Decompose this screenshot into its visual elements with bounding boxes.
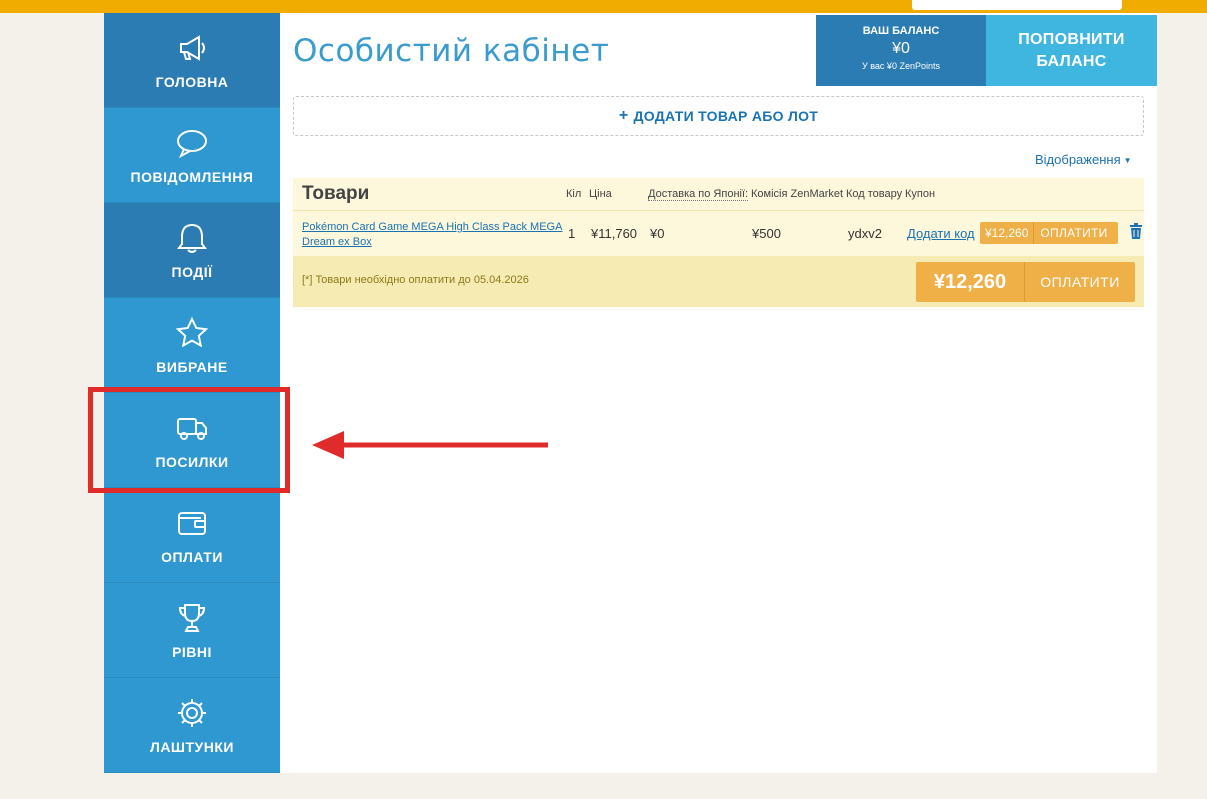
row-pay-button[interactable]: ¥12,260 ОПЛАТИТИ — [980, 222, 1118, 244]
row-shipping: ¥0 — [650, 226, 665, 241]
column-coupon: Купон — [905, 188, 936, 200]
sidebar-item-payments[interactable]: ОПЛАТИ — [104, 488, 280, 583]
plus-icon: + — [618, 107, 629, 124]
topup-label-line1: ПОПОВНИТИ — [1018, 30, 1125, 48]
page-title: Особистий кабінет — [293, 33, 610, 69]
payment-deadline-note: [*] Товари необхідно оплатити до 05.04.2… — [302, 274, 529, 286]
display-dropdown[interactable]: Відображення ▼ — [1035, 152, 1132, 167]
wallet-icon — [174, 505, 210, 541]
sidebar-item-home[interactable]: ГОЛОВНА — [104, 13, 280, 108]
trophy-icon — [174, 600, 210, 636]
pay-all-label: ОПЛАТИТИ — [1040, 274, 1120, 290]
column-qty: Кіл — [566, 188, 582, 200]
balance-title: ВАШ БАЛАНС — [862, 25, 940, 37]
row-code: ydxv2 — [848, 226, 882, 241]
sidebar-item-label: ВИБРАНЕ — [156, 359, 228, 375]
column-shipping[interactable]: Доставка по Японії: — [648, 188, 749, 201]
caret-down-icon: ▼ — [1123, 156, 1132, 166]
row-pay-label: ОПЛАТИТИ — [1040, 226, 1108, 240]
pay-all-button[interactable]: ¥12,260 ОПЛАТИТИ — [916, 262, 1135, 302]
row-price: ¥11,760 — [591, 226, 638, 241]
balance-value: ¥0 — [892, 40, 910, 57]
gear-icon — [174, 695, 210, 731]
add-item-label: ДОДАТИ ТОВАР АБО ЛОТ — [633, 108, 819, 124]
goods-title: Товари — [302, 183, 370, 204]
megaphone-icon — [174, 30, 210, 66]
bell-icon — [174, 220, 210, 256]
row-total: ¥12,260 — [980, 222, 1035, 244]
star-icon — [174, 315, 210, 351]
topup-label-line2: БАЛАНС — [1036, 52, 1107, 70]
goods-table: Товари Кіл Ціна Доставка по Японії: Комі… — [293, 178, 1144, 307]
sidebar-item-label: ГОЛОВНА — [155, 74, 229, 90]
product-link[interactable]: Pokémon Card Game MEGA High Class Pack M… — [302, 220, 564, 250]
sidebar-item-label: ПОДІЇ — [171, 264, 213, 280]
sidebar-item-label: ПОВІДОМЛЕННЯ — [130, 169, 254, 185]
top-bar — [0, 0, 1207, 13]
table-row: Pokémon Card Game MEGA High Class Pack M… — [293, 212, 1144, 254]
sidebar-item-levels[interactable]: РІВНІ — [104, 583, 280, 678]
zenpoints-text: У вас ¥0 ZenPoints — [862, 61, 940, 71]
row-qty: 1 — [568, 226, 576, 241]
sidebar-item-label: ОПЛАТИ — [161, 549, 223, 565]
goods-table-header: Товари Кіл Ціна Доставка по Японії: Комі… — [293, 178, 1144, 211]
topup-balance-button[interactable]: ПОПОВНИТИ БАЛАНС — [986, 15, 1157, 86]
add-coupon-link[interactable]: Додати код — [907, 226, 975, 241]
chat-bubble-icon — [174, 125, 210, 161]
add-item-button[interactable]: + ДОДАТИ ТОВАР АБО ЛОТ — [293, 96, 1144, 136]
column-commission: Комісія ZenMarket — [751, 188, 844, 200]
sidebar-item-label: ЛАШТУНКИ — [150, 739, 234, 755]
trash-icon[interactable] — [1129, 223, 1143, 239]
balance-box: ВАШ БАЛАНС ¥0 У вас ¥0 ZenPoints — [816, 15, 986, 86]
goods-footer: [*] Товари необхідно оплатити до 05.04.2… — [293, 256, 1144, 307]
sidebar-item-settings[interactable]: ЛАШТУНКИ — [104, 678, 280, 773]
sidebar-item-events[interactable]: ПОДІЇ — [104, 203, 280, 298]
column-code: Код товару — [846, 188, 903, 200]
display-dropdown-label: Відображення — [1035, 152, 1121, 167]
grand-total: ¥12,260 — [916, 262, 1025, 302]
column-price: Ціна — [589, 188, 612, 200]
row-commission: ¥500 — [752, 226, 781, 241]
highlight-box — [88, 387, 290, 493]
red-arrow-icon — [312, 431, 548, 459]
sidebar-item-messages[interactable]: ПОВІДОМЛЕННЯ — [104, 108, 280, 203]
sidebar-item-label: РІВНІ — [172, 644, 212, 660]
sidebar-item-favorites[interactable]: ВИБРАНЕ — [104, 298, 280, 393]
top-search-input[interactable] — [912, 0, 1122, 10]
main-panel: Особистий кабінет ВАШ БАЛАНС ¥0 У вас ¥0… — [280, 13, 1157, 773]
